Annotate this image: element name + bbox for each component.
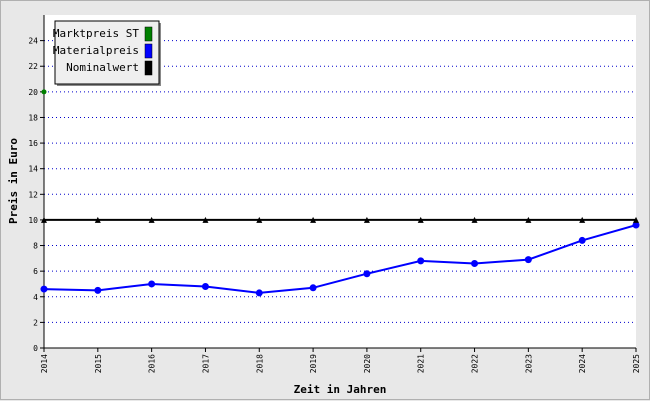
x-tick-label: 2015 [94,354,103,373]
data-point [41,89,47,95]
x-tick-label: 2020 [363,354,372,373]
y-tick-label: 18 [28,113,38,122]
legend-entry-label: Nominalwert [66,61,139,74]
y-tick-label: 2 [33,318,38,327]
x-tick-label: 2025 [632,354,641,373]
y-tick-label: 8 [33,242,38,251]
y-tick-label: 4 [33,293,38,302]
data-point [417,257,425,265]
legend-entry-label: Materialpreis [53,44,139,57]
y-tick-label: 10 [28,216,38,225]
data-point [94,286,102,294]
x-tick-label: 2018 [255,354,264,373]
x-tick-label: 2016 [148,354,157,373]
x-axis-title: Zeit in Jahren [294,383,387,396]
data-point [578,236,586,244]
data-point [309,284,317,292]
legend-swatch [144,26,153,42]
chart-frame: 0 2 4 6 8 10 12 14 16 18 20 22 24 2014 2015 2016 2017 20… [0,0,650,400]
series-marktpreis-st [41,89,47,95]
data-point [40,285,48,293]
legend-entry-label: Marktpreis ST [53,27,139,40]
data-point [255,289,263,297]
line-chart: 024681012141618202224 2014 2015 2016 2017 20… [7,15,641,396]
y-tick-label: 20 [28,88,38,97]
x-tick-label: 2023 [524,354,533,373]
data-point [471,259,479,267]
x-tick-label: 2021 [417,354,426,373]
x-tick-label: 2014 [40,354,49,373]
x-axis-ticks: 2014 2015 2016 2017 2018 2019 2020 2021 2022 2023… [40,348,641,373]
data-point [201,283,209,291]
y-tick-label: 6 [33,267,38,276]
y-axis-title: Preis in Euro [7,138,20,224]
x-tick-label: 2022 [471,354,480,373]
y-tick-label: 22 [28,62,38,71]
y-tick-label: 0 [33,344,38,353]
data-point [524,256,532,264]
legend-swatch [144,60,153,76]
x-tick-label: 2017 [201,354,210,373]
y-tick-label: 16 [28,139,38,148]
data-point [363,270,371,278]
x-tick-label: 2019 [309,354,318,373]
legend-swatch [144,43,153,59]
y-tick-label: 24 [28,37,38,46]
x-tick-label: 2024 [578,354,587,373]
y-tick-label: 14 [28,165,38,174]
y-tick-label: 12 [28,190,38,199]
legend: Marktpreis ST Materialpreis Nominalwert [53,20,161,86]
data-point [148,280,156,288]
y-axis-ticks: 024681012141618202224 [28,37,44,353]
